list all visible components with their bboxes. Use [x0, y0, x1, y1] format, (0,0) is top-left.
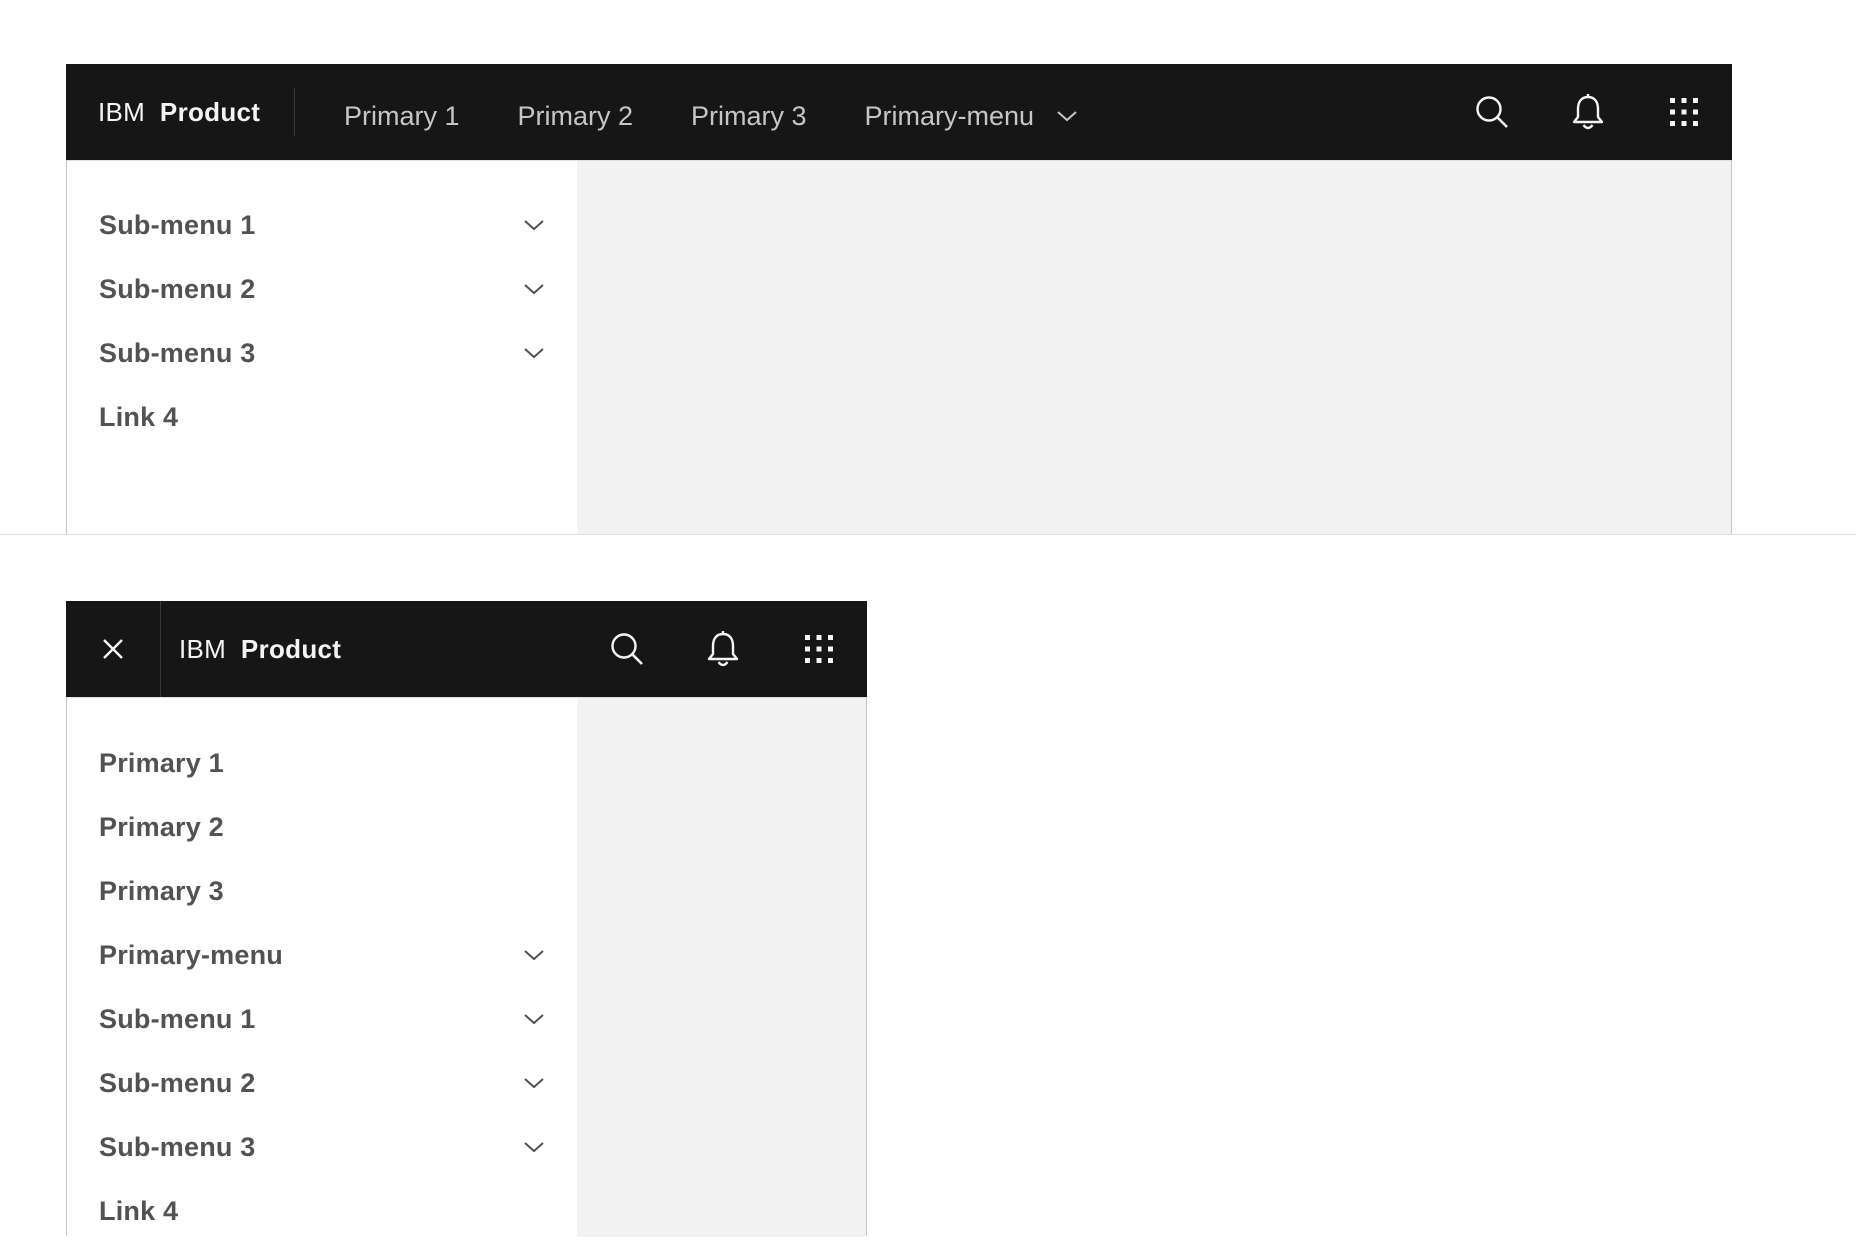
side-nav-item-primary-menu[interactable]: Primary-menu: [67, 923, 577, 987]
search-icon: [611, 633, 643, 665]
app-switcher-icon: [1670, 98, 1698, 126]
notifications-button[interactable]: [675, 601, 771, 697]
side-nav-list: Sub-menu 1 Sub-menu 2 Sub-menu 3 Link 4: [67, 161, 577, 449]
product-name-link[interactable]: IBM Product: [98, 97, 294, 128]
side-nav-item-sub-menu-2[interactable]: Sub-menu 2: [67, 257, 577, 321]
product-name-link[interactable]: IBM Product: [179, 634, 341, 665]
nav-item-primary-3[interactable]: Primary 3: [662, 64, 836, 160]
chevron-down-icon: [523, 282, 545, 296]
nav-item-label: Primary-menu: [864, 100, 1035, 131]
side-nav-label: Primary 3: [99, 875, 224, 906]
chevron-down-icon: [523, 1076, 545, 1090]
side-nav-label: Primary 1: [99, 747, 224, 778]
close-icon: [103, 639, 123, 659]
side-nav-item-sub-menu-2[interactable]: Sub-menu 2: [67, 1051, 577, 1115]
side-nav-item-primary-2[interactable]: Primary 2: [67, 795, 577, 859]
chevron-down-icon: [523, 1012, 545, 1026]
mobile-header: IBM Product: [66, 601, 867, 697]
app-switcher-button[interactable]: [771, 601, 867, 697]
brand-name: Product: [159, 96, 261, 127]
nav-item-primary-menu[interactable]: Primary-menu: [836, 64, 1108, 160]
nav-item-primary-1[interactable]: Primary 1: [315, 64, 489, 160]
close-menu-button[interactable]: [66, 601, 161, 697]
chevron-down-icon: [523, 948, 545, 962]
side-nav-label: Sub-menu 1: [99, 1003, 256, 1034]
side-nav-item-sub-menu-3[interactable]: Sub-menu 3: [67, 321, 577, 385]
notification-icon: [707, 631, 739, 667]
side-nav-label: Sub-menu 3: [99, 337, 256, 368]
search-icon: [1476, 96, 1508, 128]
brand-prefix: IBM: [179, 633, 227, 664]
desktop-header: IBM Product Primary 1 Primary 2 Primary …: [66, 64, 1732, 160]
chevron-down-icon: [523, 218, 545, 232]
section-divider: [0, 534, 1856, 535]
app-switcher-icon: [805, 635, 833, 663]
side-nav-item-sub-menu-3[interactable]: Sub-menu 3: [67, 1115, 577, 1179]
header-actions: [579, 601, 867, 697]
chevron-down-icon: [523, 346, 545, 360]
brand-prefix: IBM: [98, 96, 146, 127]
side-nav: Primary 1 Primary 2 Primary 3 Primary-me…: [67, 697, 577, 1236]
notifications-button[interactable]: [1540, 64, 1636, 160]
brand-divider: [294, 88, 295, 136]
side-nav-item-link-4[interactable]: Link 4: [67, 385, 577, 449]
side-nav-list: Primary 1 Primary 2 Primary 3 Primary-me…: [67, 698, 577, 1243]
side-nav-label: Link 4: [99, 401, 179, 432]
side-nav-label: Primary-menu: [99, 939, 283, 970]
primary-nav: Primary 1 Primary 2 Primary 3 Primary-me…: [315, 64, 1107, 160]
search-button[interactable]: [579, 601, 675, 697]
side-nav-item-primary-3[interactable]: Primary 3: [67, 859, 577, 923]
app-switcher-button[interactable]: [1636, 64, 1732, 160]
side-nav-item-primary-1[interactable]: Primary 1: [67, 731, 577, 795]
nav-item-label: Primary 1: [344, 100, 460, 131]
header-actions: [1444, 64, 1732, 160]
side-nav-label: Sub-menu 2: [99, 1067, 256, 1098]
content-overlay[interactable]: [577, 697, 866, 1237]
side-nav-item-link-4[interactable]: Link 4: [67, 1179, 577, 1243]
desktop-shell-example: IBM Product Primary 1 Primary 2 Primary …: [66, 64, 1732, 535]
nav-item-label: Primary 2: [517, 100, 634, 131]
side-nav-label: Link 4: [99, 1195, 179, 1226]
nav-item-primary-2[interactable]: Primary 2: [489, 64, 663, 160]
notification-icon: [1572, 94, 1604, 130]
search-button[interactable]: [1444, 64, 1540, 160]
chevron-down-icon: [523, 1140, 545, 1154]
side-nav-label: Sub-menu 3: [99, 1131, 256, 1162]
mobile-shell-example: IBM Product Primary 1 Primary 2 Primary: [66, 601, 867, 1237]
nav-item-label: Primary 3: [691, 100, 807, 131]
chevron-down-icon: [1056, 109, 1078, 123]
side-nav-label: Sub-menu 1: [99, 209, 256, 240]
brand-name: Product: [240, 633, 342, 664]
side-nav: Sub-menu 1 Sub-menu 2 Sub-menu 3 Link 4: [67, 160, 577, 534]
side-nav-label: Primary 2: [99, 811, 224, 842]
content-overlay[interactable]: [577, 160, 1731, 535]
side-nav-label: Sub-menu 2: [99, 273, 256, 304]
side-nav-item-sub-menu-1[interactable]: Sub-menu 1: [67, 987, 577, 1051]
side-nav-item-sub-menu-1[interactable]: Sub-menu 1: [67, 193, 577, 257]
